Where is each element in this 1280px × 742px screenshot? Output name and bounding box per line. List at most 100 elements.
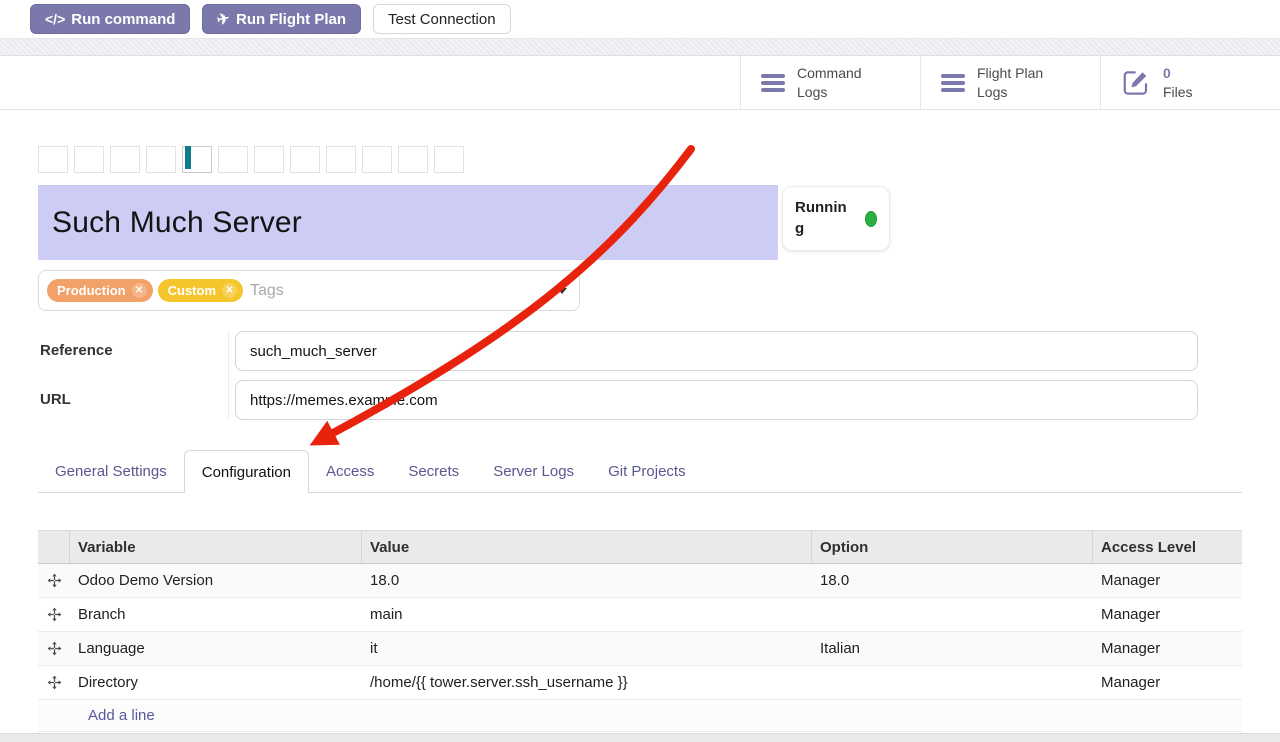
tab-label: General Settings <box>55 463 167 480</box>
drag-handle[interactable] <box>38 607 70 622</box>
color-swatch[interactable] <box>110 146 140 173</box>
app-root: </> Run command ✈ Run Flight Plan Test C… <box>0 0 1280 742</box>
server-name-field[interactable]: Such Much Server <box>38 185 778 260</box>
color-swatch[interactable] <box>254 146 284 173</box>
column-header-option[interactable]: Option <box>812 531 1093 563</box>
tab-label: Access <box>326 463 374 480</box>
bottom-divider <box>0 733 1280 742</box>
tab[interactable]: Configuration <box>184 450 309 493</box>
table-row[interactable]: Directory /home/{{ tower.server.ssh_user… <box>38 666 1242 700</box>
tab[interactable]: Secrets <box>391 450 476 492</box>
run-flight-plan-button[interactable]: ✈ Run Flight Plan <box>202 4 361 34</box>
tab-label: Git Projects <box>608 463 686 480</box>
cell-variable: Language <box>70 640 362 657</box>
drag-handle[interactable] <box>38 573 70 588</box>
drag-handle[interactable] <box>38 641 70 656</box>
color-swatch[interactable] <box>398 146 428 173</box>
run-command-label: Run command <box>71 11 175 28</box>
cell-variable: Branch <box>70 606 362 623</box>
drag-handle-icon <box>47 573 62 588</box>
color-swatch[interactable] <box>74 146 104 173</box>
cell-access-level: Manager <box>1093 606 1242 623</box>
url-row: URL <box>40 380 1198 420</box>
tags-field[interactable]: Production ✕ Custom ✕ Tags <box>38 270 580 311</box>
color-swatch[interactable] <box>182 146 212 173</box>
form-header: Command Logs Flight Plan Logs 0 Files <box>0 56 1280 110</box>
column-header-variable[interactable]: Variable <box>70 531 362 563</box>
column-header-access-level[interactable]: Access Level <box>1093 531 1242 563</box>
chevron-down-icon[interactable] <box>557 288 567 294</box>
color-swatch[interactable] <box>290 146 320 173</box>
cell-access-level: Manager <box>1093 572 1242 589</box>
tag-label: Production <box>57 283 126 298</box>
cell-value: it <box>362 640 812 657</box>
table-header: Variable Value Option Access Level <box>38 530 1242 564</box>
tab[interactable]: General Settings <box>38 450 184 492</box>
files-count: 0 <box>1163 65 1171 81</box>
reference-row: Reference <box>40 331 1198 371</box>
url-input[interactable] <box>235 380 1198 420</box>
reference-input[interactable] <box>235 331 1198 371</box>
files-button[interactable]: 0 Files <box>1100 56 1280 109</box>
tag-pill: Custom ✕ <box>158 279 243 302</box>
column-header-value[interactable]: Value <box>362 531 812 563</box>
cell-option: 18.0 <box>812 572 1093 589</box>
run-command-button[interactable]: </> Run command <box>30 4 190 34</box>
color-swatch[interactable] <box>38 146 68 173</box>
test-connection-button[interactable]: Test Connection <box>373 4 511 34</box>
notebook-tabs: General Settings Configuration Access Se… <box>38 450 1242 493</box>
color-swatch[interactable] <box>146 146 176 173</box>
tags-placeholder: Tags <box>250 282 284 300</box>
command-logs-label-line2: Logs <box>797 84 827 100</box>
list-icon <box>761 74 785 92</box>
command-logs-button[interactable]: Command Logs <box>740 56 920 109</box>
run-flight-plan-label: Run Flight Plan <box>236 11 346 28</box>
tab[interactable]: Server Logs <box>476 450 591 492</box>
table-row[interactable]: Language it Italian Manager <box>38 632 1242 666</box>
flight-plan-logs-label-line1: Flight Plan <box>977 65 1043 81</box>
color-swatch-fill <box>185 146 191 169</box>
status-button[interactable]: Running <box>782 186 890 251</box>
close-icon[interactable]: ✕ <box>222 283 237 298</box>
cell-value: main <box>362 606 812 623</box>
flight-plan-logs-button[interactable]: Flight Plan Logs <box>920 56 1100 109</box>
status-dot-icon <box>865 211 877 227</box>
drag-handle-icon <box>47 675 62 690</box>
add-a-line-link[interactable]: Add a line <box>38 707 155 724</box>
status-label: Running <box>795 198 847 239</box>
handle-column-header <box>38 531 70 563</box>
cell-value: 18.0 <box>362 572 812 589</box>
cell-access-level: Manager <box>1093 640 1242 657</box>
page-title: Such Much Server <box>38 206 302 240</box>
cell-value: /home/{{ tower.server.ssh_username }} <box>362 674 812 691</box>
color-swatch[interactable] <box>218 146 248 173</box>
table-row[interactable]: Odoo Demo Version 18.0 18.0 Manager <box>38 564 1242 598</box>
test-connection-label: Test Connection <box>388 11 496 28</box>
color-swatch[interactable] <box>434 146 464 173</box>
top-toolbar: </> Run command ✈ Run Flight Plan Test C… <box>0 0 1280 38</box>
drag-handle[interactable] <box>38 675 70 690</box>
drag-handle-icon <box>47 641 62 656</box>
close-icon[interactable]: ✕ <box>132 283 147 298</box>
add-line-row: Add a line <box>38 700 1242 732</box>
tab[interactable]: Access <box>309 450 391 492</box>
drag-handle-icon <box>47 607 62 622</box>
tab-label: Configuration <box>202 464 291 481</box>
plane-icon: ✈ <box>216 9 232 29</box>
command-logs-label-line1: Command <box>797 65 862 81</box>
color-swatch[interactable] <box>326 146 356 173</box>
table-body: Odoo Demo Version 18.0 18.0 Manager Bran… <box>38 564 1242 700</box>
cell-variable: Directory <box>70 674 362 691</box>
edit-icon <box>1121 68 1151 98</box>
cell-variable: Odoo Demo Version <box>70 572 362 589</box>
tab[interactable]: Git Projects <box>591 450 703 492</box>
tag-list: Production ✕ Custom ✕ <box>47 279 248 302</box>
tag-label: Custom <box>168 283 216 298</box>
color-swatch[interactable] <box>362 146 392 173</box>
variables-table: Variable Value Option Access Level Odoo … <box>38 530 1242 732</box>
tag-pill: Production ✕ <box>47 279 153 302</box>
table-row[interactable]: Branch main Manager <box>38 598 1242 632</box>
tab-label: Server Logs <box>493 463 574 480</box>
tab-label: Secrets <box>408 463 459 480</box>
cell-access-level: Manager <box>1093 674 1242 691</box>
